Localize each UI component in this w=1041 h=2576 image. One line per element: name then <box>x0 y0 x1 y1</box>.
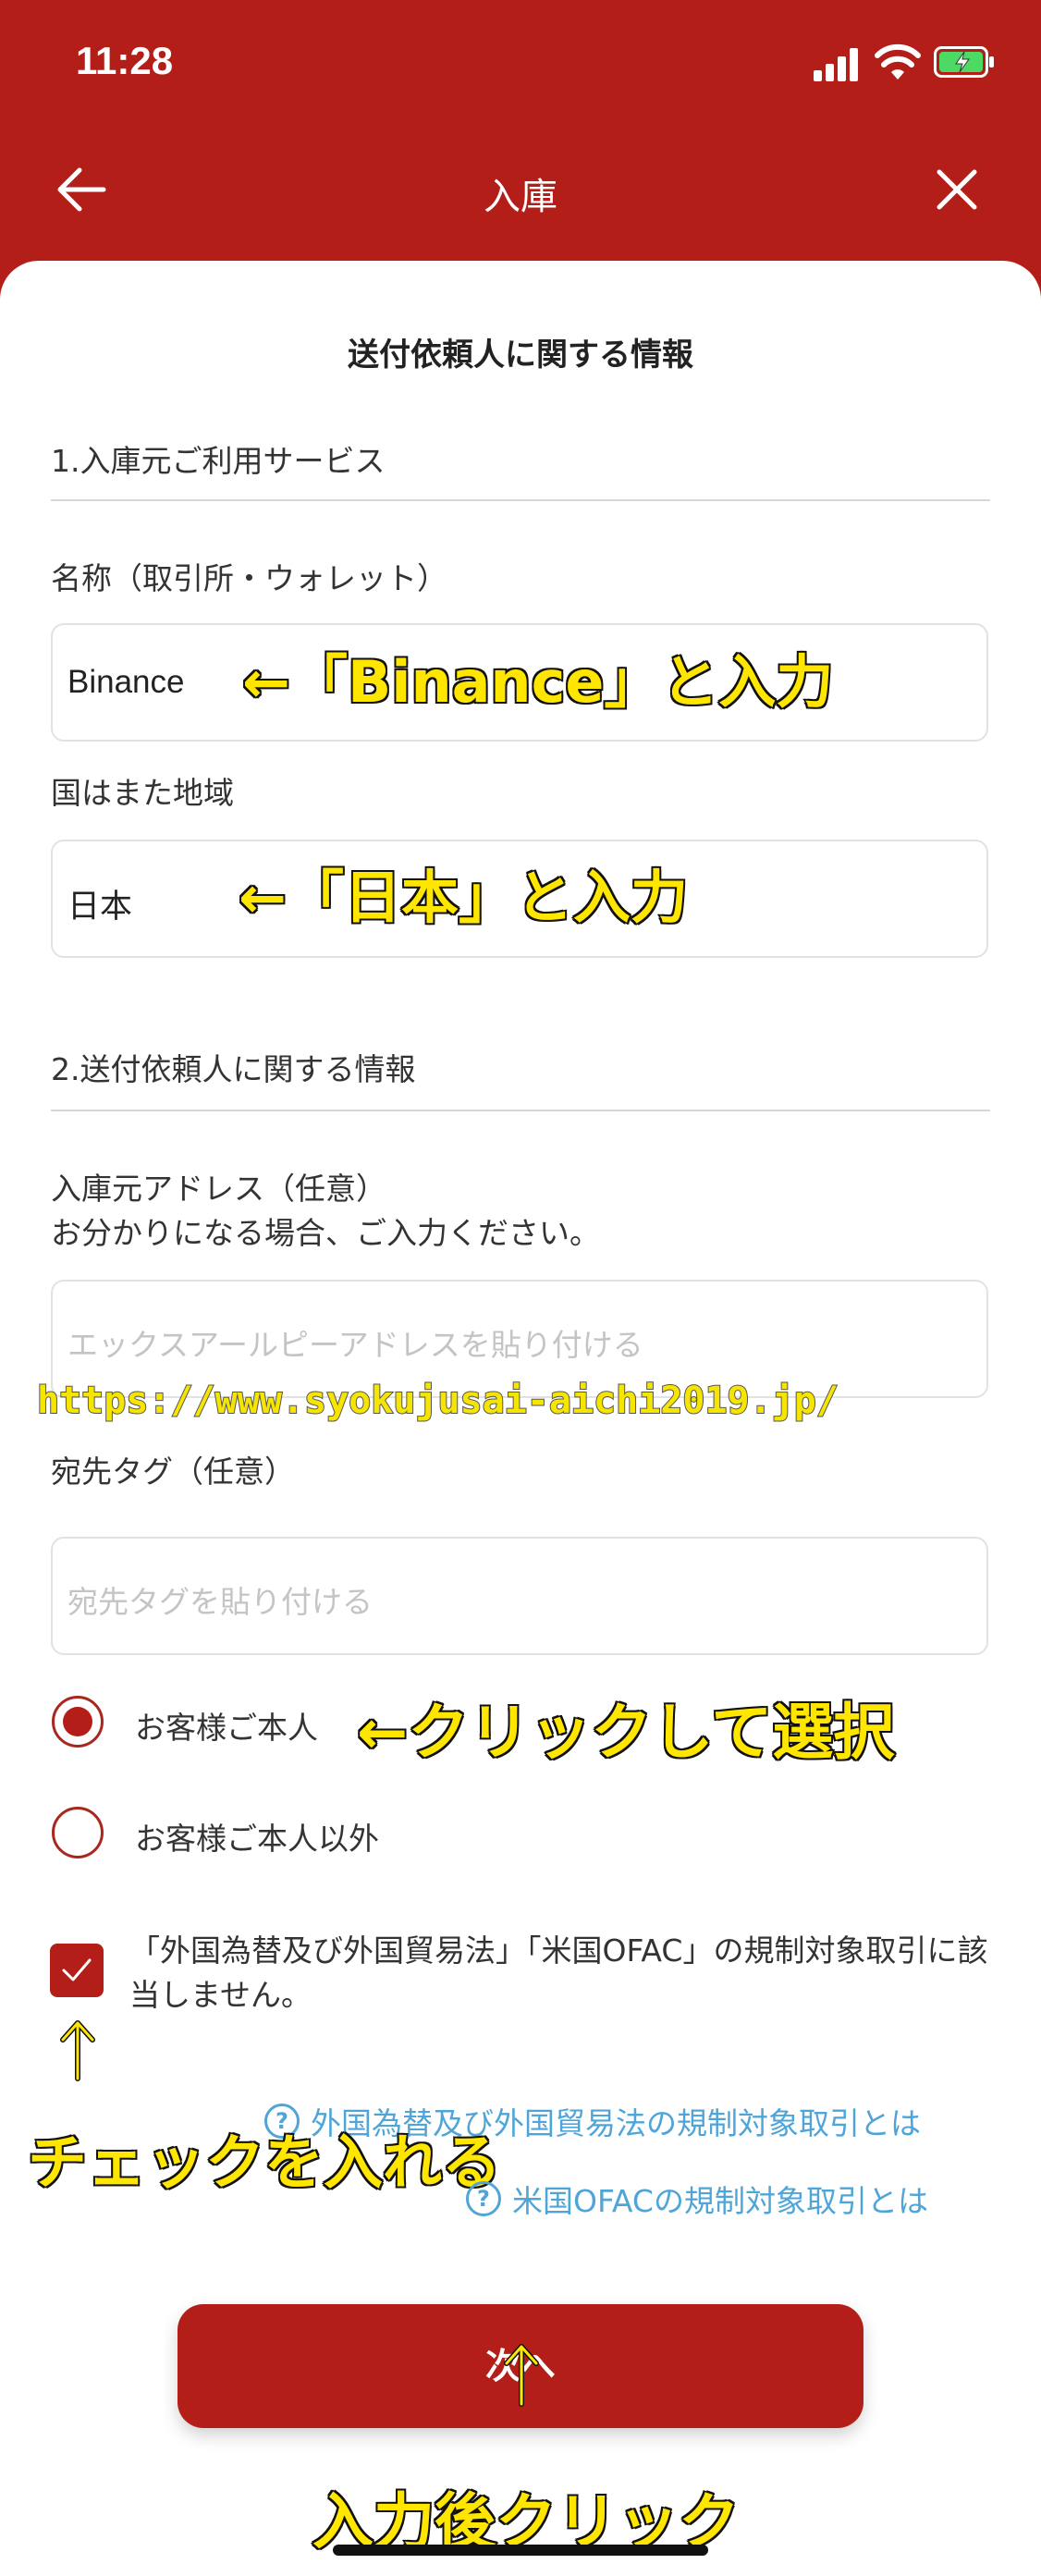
status-bar: 11:28 <box>0 0 1041 129</box>
address-input-placeholder: エックスアールピーアドレスを貼り付ける <box>67 1327 643 1363</box>
section-heading-sender: 2.送付依頼人に関する情報 <box>51 1051 416 1087</box>
consent-text: 「外国為替及び外国貿易法」「米国OFAC」の規制対象取引に該当しません。 <box>129 1932 988 2013</box>
help-icon: ? <box>466 2181 501 2216</box>
consent-checkbox[interactable] <box>50 1944 104 1997</box>
radio-self-label[interactable]: お客様ご本人 <box>135 1703 318 1748</box>
status-time: 11:28 <box>76 39 174 82</box>
radio-other-label[interactable]: お客様ご本人以外 <box>135 1814 379 1858</box>
divider <box>51 1110 990 1111</box>
tag-label: 宛先タグ（任意） <box>51 1454 295 1490</box>
navigation-bar: 入庫 <box>0 139 1041 245</box>
form-sheet: 送付依頼人に関する情報 1.入庫元ご利用サービス 名称（取引所・ウォレット） B… <box>0 261 1041 2576</box>
wifi-icon <box>875 43 921 80</box>
link-ofac-label: 米国OFACの規制対象取引とは <box>512 2183 928 2219</box>
annotation-binance: ←「Binance」と入力 <box>240 647 834 718</box>
annotation-click-select: ←クリックして選択 <box>355 1696 895 1770</box>
address-hint: お分かりになる場合、ご入力ください。 <box>51 1215 600 1251</box>
checkmark-icon <box>62 1958 92 1981</box>
home-indicator <box>333 2545 708 2556</box>
name-label: 名称（取引所・ウォレット） <box>51 560 447 596</box>
section-title: 送付依頼人に関する情報 <box>348 337 693 374</box>
tag-input-placeholder: 宛先タグを貼り付ける <box>67 1584 373 1620</box>
close-icon[interactable] <box>934 166 980 213</box>
country-input-value: 日本 <box>67 889 133 925</box>
annotation-check: チェックを入れる <box>27 2128 503 2200</box>
radio-other[interactable] <box>52 1807 104 1858</box>
country-label: 国はまた地域 <box>51 775 234 811</box>
link-ofac[interactable]: ? 米国OFACの規制対象取引とは <box>466 2177 928 2221</box>
name-input-value: Binance <box>67 664 185 700</box>
battery-charging-icon <box>934 46 994 78</box>
address-label: 入庫元アドレス（任意） <box>51 1171 386 1207</box>
tag-input[interactable]: 宛先タグを貼り付ける <box>51 1537 988 1655</box>
arrow-up-icon <box>504 2344 539 2407</box>
radio-self[interactable] <box>52 1696 104 1748</box>
annotation-japan: ←「日本」と入力 <box>238 863 690 933</box>
section-heading-service: 1.入庫元ご利用サービス <box>51 443 386 479</box>
watermark-url: https://www.syokujusai-aichi2019.jp/ <box>36 1379 839 1423</box>
arrow-up-icon <box>60 2020 95 2081</box>
divider <box>51 499 990 501</box>
cellular-signal-icon <box>814 48 862 81</box>
page-title: 入庫 <box>484 176 557 218</box>
